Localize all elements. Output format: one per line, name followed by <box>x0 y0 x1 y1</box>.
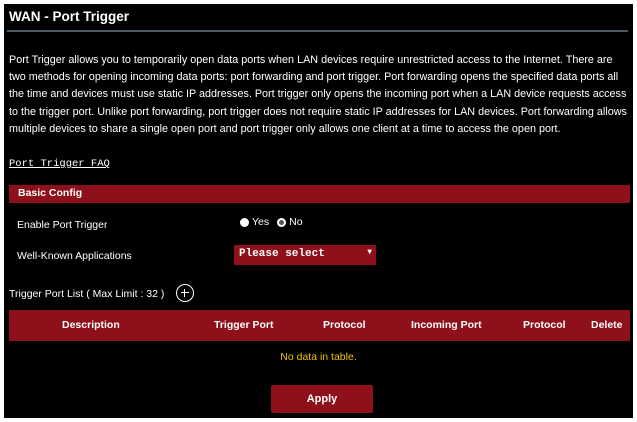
well-known-applications-label: Well-Known Applications <box>17 250 132 262</box>
trigger-port-list-title: Trigger Port List ( Max Limit : 32 ) <box>9 288 165 300</box>
basic-config-title: Basic Config <box>18 187 83 199</box>
radio-no-label[interactable]: No <box>289 216 302 228</box>
column-header-delete: Delete <box>591 319 623 331</box>
dropdown-caret-icon: ▼ <box>367 248 372 257</box>
empty-table-message: No data in table. <box>280 351 357 363</box>
enable-port-trigger-radios: Yes No <box>240 216 303 228</box>
port-trigger-faq-link[interactable]: Port Trigger FAQ <box>9 158 110 170</box>
enable-port-trigger-label: Enable Port Trigger <box>17 219 108 231</box>
radio-yes[interactable] <box>240 217 249 227</box>
apply-button[interactable]: Apply <box>271 385 373 413</box>
radio-no[interactable] <box>277 217 287 227</box>
column-header-protocol: Protocol <box>323 319 366 331</box>
select-value: Please select <box>239 248 325 260</box>
column-header-trigger-port: Trigger Port <box>214 319 274 331</box>
add-circle-icon[interactable] <box>176 284 194 302</box>
trigger-port-table-header: Description Trigger Port Protocol Incomi… <box>9 310 630 341</box>
column-header-incoming-port: Incoming Port <box>411 319 482 331</box>
basic-config-header: Basic Config <box>9 185 630 203</box>
radio-yes-label[interactable]: Yes <box>252 216 269 228</box>
column-header-description: Description <box>62 319 120 331</box>
page-description: Port Trigger allows you to temporarily o… <box>9 54 627 135</box>
well-known-applications-select[interactable]: Please select ▼ <box>234 245 376 265</box>
title-divider <box>7 30 628 32</box>
column-header-protocol-2: Protocol <box>523 319 566 331</box>
page-title: WAN - Port Trigger <box>9 9 130 24</box>
